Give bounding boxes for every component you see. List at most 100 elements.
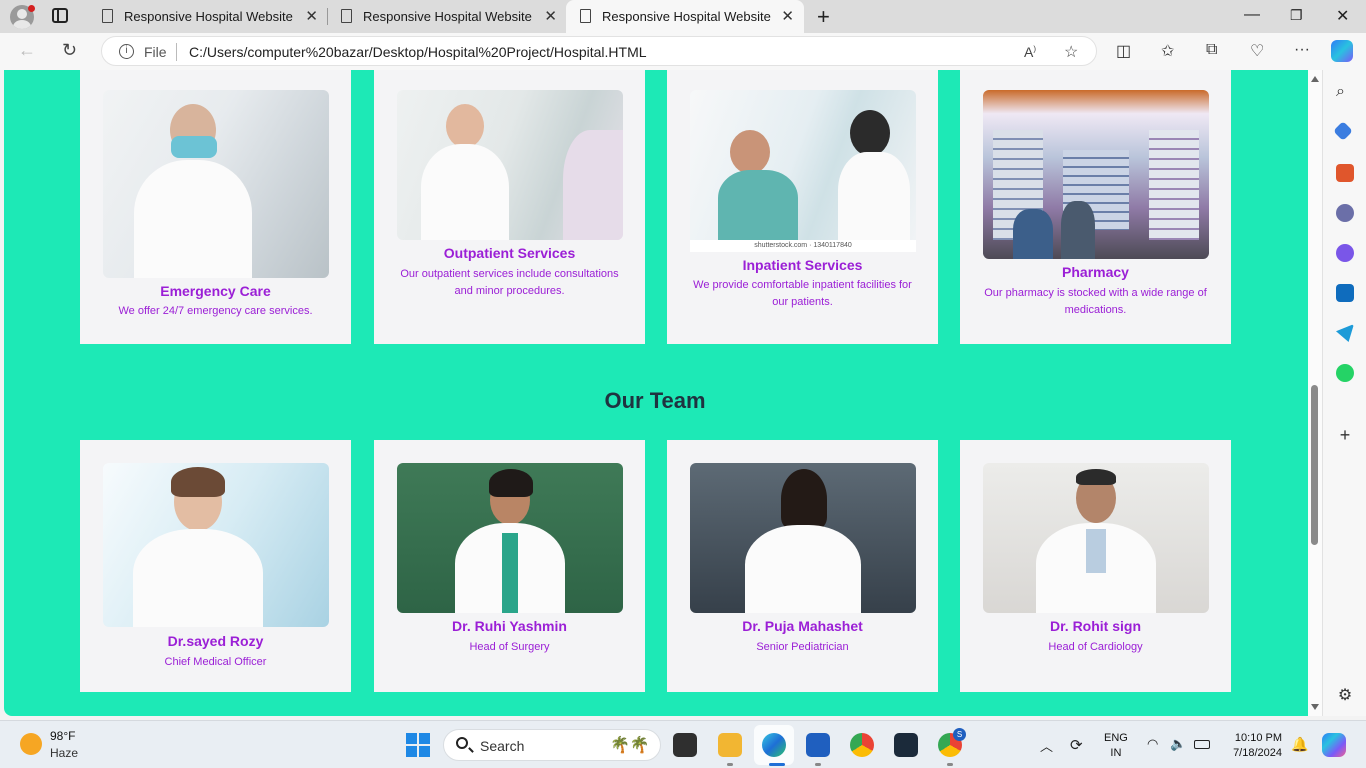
add-sidebar-app-icon[interactable]: + — [1336, 426, 1354, 444]
pharmacy-image — [983, 90, 1209, 259]
team-card: Dr. Rohit sign Head of Cardiology — [960, 440, 1231, 692]
tab-title: Responsive Hospital Website — [602, 9, 771, 24]
scrollbar-thumb[interactable] — [1311, 385, 1318, 545]
notification-bell-icon[interactable]: 🔔 — [1291, 736, 1308, 753]
scroll-down-arrow-icon[interactable] — [1311, 704, 1319, 710]
service-description: Our pharmacy is stocked with a wide rang… — [984, 287, 1207, 316]
tab-actions-icon[interactable] — [52, 8, 68, 23]
profile-notification-dot — [28, 5, 35, 12]
split-screen-icon[interactable]: ◫ — [1116, 41, 1131, 61]
refresh-icon[interactable]: ↻ — [62, 40, 77, 61]
weather-haze-icon[interactable] — [20, 733, 42, 755]
battery-icon[interactable] — [1194, 740, 1210, 749]
app-running-indicator — [947, 763, 953, 766]
service-card-pharmacy: Pharmacy Our pharmacy is stocked with a … — [960, 70, 1231, 344]
sidebar-settings-gear-icon[interactable]: ⚙ — [1336, 687, 1354, 705]
service-card-outpatient: Outpatient Services Our outpatient servi… — [374, 70, 645, 344]
url-divider — [176, 43, 177, 61]
clock-date: 7/18/2024 — [1233, 747, 1282, 759]
minimize-icon[interactable]: — — [1244, 6, 1260, 24]
app-active-indicator — [769, 763, 785, 766]
close-window-icon[interactable]: ✕ — [1336, 6, 1349, 26]
language-region: IN — [1110, 747, 1122, 759]
close-tab-icon[interactable]: ✕ — [781, 7, 794, 25]
team-member-name: Dr. Puja Mahashet — [742, 618, 863, 634]
tab-3-active[interactable]: Responsive Hospital Website ✕ — [566, 0, 804, 33]
back-icon[interactable]: ← — [18, 40, 36, 61]
restore-icon[interactable]: ❐ — [1290, 7, 1303, 24]
volume-icon[interactable]: 🔈 — [1170, 736, 1186, 752]
search-highlight-palm-icon: 🌴🌴 — [610, 737, 650, 754]
telegram-icon[interactable] — [1336, 324, 1354, 342]
browser-toolbar: ← ↻ i File C:/Users/computer%20bazar/Des… — [0, 33, 1366, 70]
file-explorer-icon[interactable] — [718, 733, 742, 757]
url-text[interactable]: C:/Users/computer%20bazar/Desktop/Hospit… — [189, 44, 647, 60]
new-tab-icon[interactable]: + — [817, 4, 830, 30]
search-icon[interactable]: ⌕ — [1336, 83, 1354, 101]
system-clock[interactable]: 10:10 PM 7/18/2024 — [1222, 731, 1282, 761]
edge-browser-icon[interactable] — [762, 733, 786, 757]
team-member-name: Dr. Ruhi Yashmin — [452, 618, 567, 634]
team-member-name: Dr. Rohit sign — [1050, 618, 1141, 634]
service-description: Our outpatient services include consulta… — [400, 268, 619, 297]
collections-icon[interactable]: ⧉ — [1206, 41, 1217, 59]
taskbar-search[interactable]: Search 🌴🌴 — [443, 729, 661, 761]
read-aloud-icon[interactable]: A) — [1024, 44, 1036, 60]
tab-1[interactable]: Responsive Hospital Website ✕ — [88, 0, 328, 33]
scroll-up-arrow-icon[interactable] — [1311, 76, 1319, 82]
more-menu-icon[interactable]: ··· — [1294, 41, 1310, 59]
copilot-taskbar-icon[interactable] — [1322, 733, 1346, 757]
favorites-icon[interactable]: ✩ — [1161, 41, 1174, 61]
team-section-title: Our Team — [604, 388, 706, 413]
clock-time: 10:10 PM — [1234, 732, 1282, 744]
doctor-photo — [397, 463, 623, 613]
site-info-icon[interactable]: i — [119, 44, 134, 59]
app-running-indicator — [727, 763, 733, 766]
service-title: Outpatient Services — [443, 245, 576, 261]
service-description: We offer 24/7 emergency care services. — [118, 305, 313, 317]
outpatient-services-image — [397, 90, 623, 240]
service-title: Inpatient Services — [742, 257, 863, 273]
close-tab-icon[interactable]: ✕ — [544, 7, 557, 25]
edge-sidebar: ⌕ + ⚙ — [1322, 70, 1366, 716]
chrome-icon[interactable] — [850, 733, 874, 757]
doctor-photo — [983, 463, 1209, 613]
tab-2[interactable]: Responsive Hospital Website ✕ — [327, 0, 567, 33]
page-scrollbar[interactable] — [1308, 70, 1322, 716]
tab-title: Responsive Hospital Website — [124, 9, 293, 24]
task-view-icon[interactable] — [673, 733, 697, 757]
whatsapp-icon[interactable] — [1336, 364, 1354, 382]
shopping-tag-icon[interactable] — [1333, 121, 1353, 141]
service-card-inpatient: shutterstock.com · 1340117840 Inpatient … — [667, 70, 938, 344]
team-member-role: Head of Cardiology — [1048, 641, 1143, 653]
address-bar[interactable]: i File C:/Users/computer%20bazar/Desktop… — [101, 36, 1097, 66]
language-indicator[interactable]: ENG IN — [1104, 731, 1128, 761]
microsoft-store-icon[interactable] — [806, 733, 830, 757]
favorite-star-icon[interactable]: ☆ — [1064, 42, 1078, 62]
copilot-icon[interactable] — [1331, 40, 1353, 62]
chrome-profile-badge: S — [953, 728, 966, 741]
language-code: ENG — [1104, 732, 1128, 744]
document-icon — [102, 9, 113, 23]
search-icon — [456, 737, 468, 749]
browser-essentials-icon[interactable]: ♡ — [1250, 41, 1264, 61]
weather-condition[interactable]: Haze — [50, 746, 78, 760]
windows-taskbar: 98°F Haze Search 🌴🌴 S ︿ ⟳ ENG IN ◠ 🔈 10:… — [0, 720, 1366, 768]
sync-icon[interactable]: ⟳ — [1070, 736, 1083, 754]
tools-briefcase-icon[interactable] — [1336, 164, 1354, 182]
windows-start-icon[interactable] — [406, 733, 430, 757]
emergency-care-image — [103, 90, 329, 278]
service-card-emergency: Emergency Care We offer 24/7 emergency c… — [80, 70, 351, 344]
team-card: Dr.sayed Rozy Chief Medical Officer — [80, 440, 351, 692]
microsoft-365-icon[interactable] — [1336, 244, 1354, 262]
close-tab-icon[interactable]: ✕ — [305, 7, 318, 25]
wifi-icon[interactable]: ◠ — [1147, 736, 1158, 752]
games-icon[interactable] — [1336, 204, 1354, 222]
team-card: Dr. Puja Mahashet Senior Pediatrician — [667, 440, 938, 692]
outlook-icon[interactable] — [1336, 284, 1354, 302]
team-member-role: Senior Pediatrician — [756, 641, 849, 653]
weather-temperature[interactable]: 98°F — [50, 729, 75, 743]
service-title: Pharmacy — [1062, 264, 1129, 280]
vscode-like-app-icon[interactable] — [894, 733, 918, 757]
show-hidden-icons-chevron-icon[interactable]: ︿ — [1040, 736, 1053, 755]
